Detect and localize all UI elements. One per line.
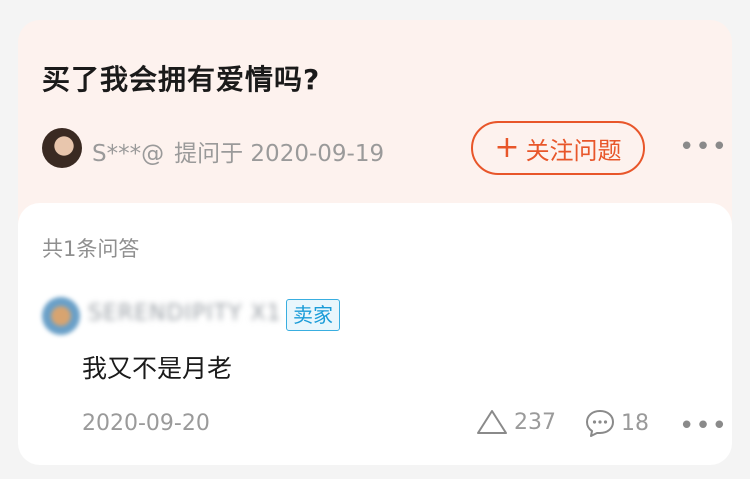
- comment-bubble-icon: [586, 410, 614, 437]
- asker-name: S***@: [92, 141, 165, 167]
- answer-count: 共1条问答: [42, 237, 140, 261]
- comment-button[interactable]: 18: [585, 409, 649, 437]
- answer-author-avatar[interactable]: [42, 297, 80, 335]
- asked-label: 提问于: [174, 141, 244, 167]
- follow-question-button[interactable]: + 关注问题: [471, 121, 645, 175]
- triangle-icon: [477, 410, 507, 434]
- like-button[interactable]: 237: [476, 409, 556, 435]
- answer-author-name[interactable]: SERENDIPITY X1: [88, 301, 282, 326]
- answer-more-icon[interactable]: •••: [679, 413, 728, 439]
- answer-card: 共1条问答 SERENDIPITY X1 卖家 我又不是月老 2020-09-2…: [18, 203, 732, 465]
- asker-avatar[interactable]: [42, 128, 82, 168]
- answer-date: 2020-09-20: [82, 411, 210, 436]
- question-title: 买了我会拥有爱情吗?: [42, 63, 321, 96]
- like-count: 237: [514, 409, 556, 435]
- question-more-icon[interactable]: •••: [679, 134, 728, 160]
- asked-date: 2020-09-19: [250, 141, 385, 167]
- comment-count: 18: [621, 410, 649, 436]
- plus-icon: +: [494, 130, 520, 165]
- question-meta: S***@ 提问于 2020-09-19: [92, 134, 384, 168]
- answer-text: 我又不是月老: [82, 354, 233, 383]
- seller-badge: 卖家: [286, 299, 340, 331]
- follow-label: 关注问题: [525, 136, 622, 165]
